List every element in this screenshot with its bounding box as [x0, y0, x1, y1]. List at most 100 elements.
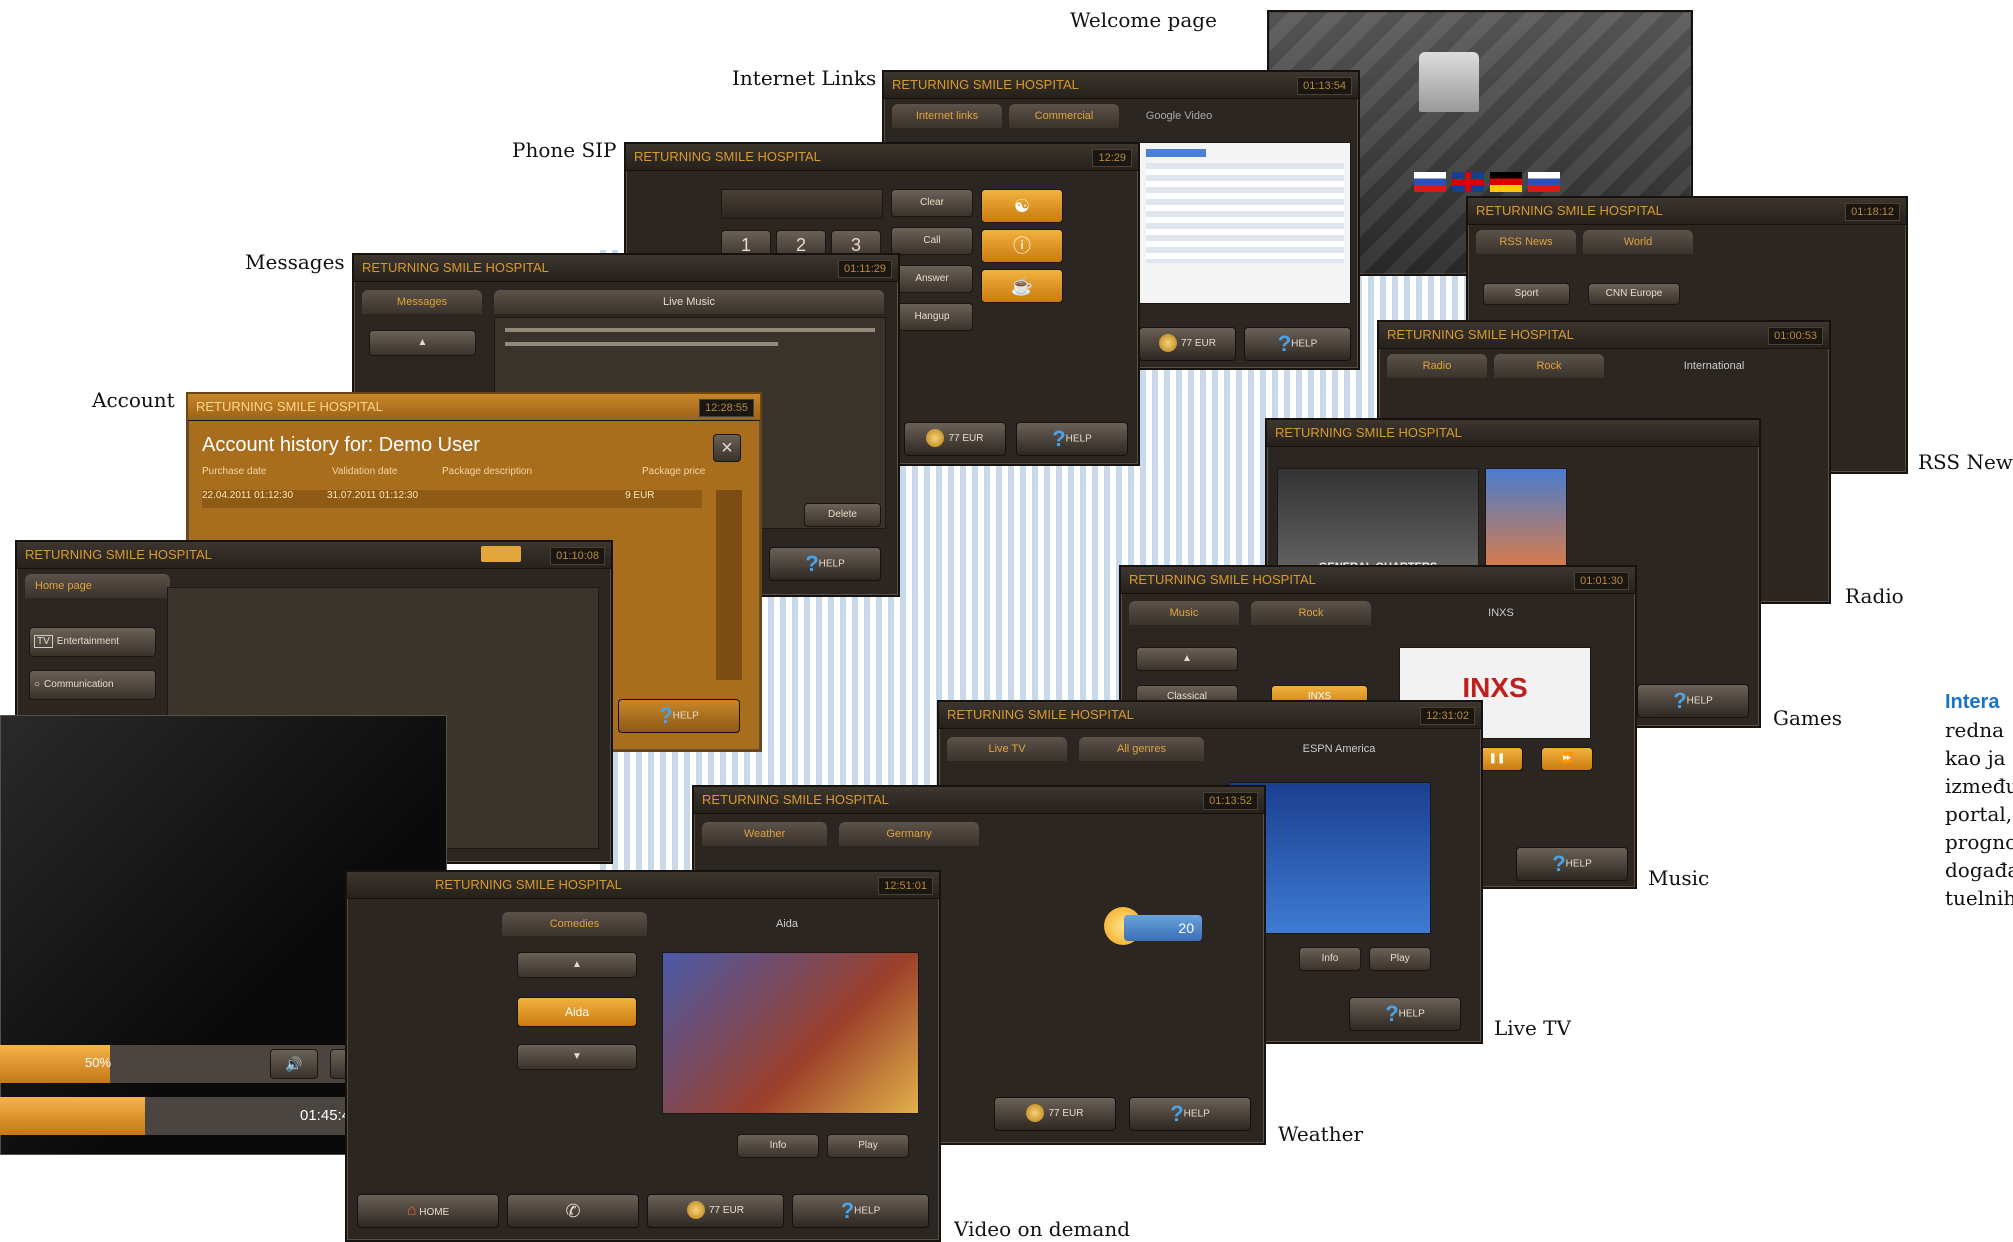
game-thumbnails[interactable] — [1485, 468, 1567, 580]
help-button[interactable]: ?HELP — [1016, 422, 1128, 456]
german-flag-icon[interactable] — [1490, 172, 1522, 192]
breadcrumb: Home page — [25, 574, 170, 598]
app-title: RETURNING SMILE HOSPITAL — [947, 707, 1134, 722]
account-heading: Account history for: Demo User — [202, 434, 480, 456]
tab-international[interactable]: International — [1614, 354, 1814, 378]
scroll-up-button[interactable]: ▲ — [1136, 647, 1238, 671]
delete-button[interactable]: Delete — [804, 503, 881, 527]
cnn-europe-button[interactable]: CNN Europe — [1588, 283, 1680, 305]
clock: 01:13:54 — [1297, 77, 1352, 95]
tab-rss-news[interactable]: RSS News — [1476, 230, 1576, 254]
tab-all-genres[interactable]: All genres — [1079, 737, 1204, 761]
progress-fill — [0, 1097, 146, 1135]
app-title: RETURNING SMILE HOSPITAL — [892, 77, 1079, 92]
entertainment-button[interactable]: TV Entertainment — [29, 627, 156, 657]
hangup-button[interactable]: Hangup — [891, 303, 973, 331]
caption-account: Account — [92, 388, 175, 412]
next-icon[interactable]: ⏩ — [1541, 747, 1593, 771]
chat-icon: ○ — [34, 679, 41, 690]
answer-button[interactable]: Answer — [891, 265, 973, 293]
caption-welcome: Welcome page — [1070, 8, 1217, 32]
house-icon: ⌂ — [406, 1202, 417, 1219]
help-button[interactable]: ?HELP — [769, 547, 881, 581]
col-validation-date: Validation date — [332, 466, 398, 477]
tab-aida[interactable]: Aida — [657, 912, 917, 936]
help-button[interactable]: ?HELP — [792, 1194, 929, 1228]
caption-music: Music — [1648, 866, 1710, 890]
home-button[interactable]: ⌂ HOME — [357, 1194, 499, 1228]
tab-comedies[interactable]: Comedies — [502, 912, 647, 936]
table-row[interactable]: 22.04.2011 01:12:30 31.07.2011 01:12:30 … — [202, 490, 702, 508]
tab-world[interactable]: World — [1583, 230, 1693, 254]
volume-percent: 50% — [85, 1055, 112, 1070]
app-title: RETURNING SMILE HOSPITAL — [1275, 425, 1462, 440]
eur-button[interactable]: 77 EUR — [904, 422, 1006, 456]
help-button[interactable]: ?HELP — [618, 699, 740, 733]
caption-video-on-demand: Video on demand — [954, 1217, 1131, 1241]
help-button[interactable]: ?HELP — [1516, 847, 1628, 881]
speaker-icon[interactable]: 🔊 — [270, 1049, 318, 1079]
nurse-icon[interactable]: ☯ — [981, 189, 1063, 223]
col-package-description: Package description — [442, 466, 533, 477]
sport-button[interactable]: Sport — [1483, 283, 1570, 305]
play-button[interactable]: Play — [1369, 947, 1431, 971]
info-icon[interactable]: ⓘ — [981, 229, 1063, 263]
tab-germany[interactable]: Germany — [839, 822, 979, 846]
russian-flag-icon[interactable] — [1528, 172, 1560, 192]
tab-google-video[interactable]: Google Video — [1124, 104, 1234, 128]
tab-live-music[interactable]: Live Music — [494, 290, 884, 314]
col-purchase-date: Purchase date — [202, 466, 267, 477]
clock: 01:01:30 — [1574, 572, 1629, 590]
tab-messages[interactable]: Messages — [362, 290, 482, 314]
phone-number-display — [721, 189, 883, 219]
call-button[interactable]: Call — [891, 227, 973, 255]
tab-inxs[interactable]: INXS — [1381, 601, 1621, 625]
tab-weather[interactable]: Weather — [702, 822, 827, 846]
clock: 01:13:52 — [1203, 792, 1258, 810]
app-title: RETURNING SMILE HOSPITAL — [362, 260, 549, 275]
tab-internet-links[interactable]: Internet links — [892, 104, 1002, 128]
phone-icon[interactable]: ✆ — [507, 1194, 639, 1228]
clock: 01:00:53 — [1768, 327, 1823, 345]
tab-espn-america[interactable]: ESPN America — [1214, 737, 1464, 761]
scroll-up-button[interactable]: ▲ — [369, 330, 476, 356]
play-button[interactable]: Play — [827, 1134, 909, 1158]
side-article-text: Intera redna kao ja između portal, progn… — [1945, 691, 2013, 910]
help-button[interactable]: ?HELP — [1349, 997, 1461, 1031]
tab-radio[interactable]: Radio — [1387, 354, 1487, 378]
tab-commercial[interactable]: Commercial — [1009, 104, 1119, 128]
tab-rock[interactable]: Rock — [1494, 354, 1604, 378]
language-flags — [1414, 172, 1560, 192]
game-banner[interactable]: GENERAL QUARTERS — [1277, 468, 1479, 580]
tab-rock[interactable]: Rock — [1251, 601, 1371, 625]
tab-music[interactable]: Music — [1129, 601, 1239, 625]
help-button[interactable]: ?HELP — [1244, 327, 1351, 361]
info-button[interactable]: Info — [737, 1134, 819, 1158]
clock: 01:18:12 — [1845, 203, 1900, 221]
help-button[interactable]: ?HELP — [1637, 684, 1749, 718]
scroll-up-button[interactable]: ▲ — [517, 952, 637, 978]
clock: 12:31:02 — [1420, 707, 1475, 725]
app-title: RETURNING SMILE HOSPITAL — [435, 877, 622, 892]
eur-button[interactable]: 77 EUR — [647, 1194, 784, 1228]
eur-button[interactable]: 77 EUR — [994, 1097, 1116, 1131]
restaurant-icon[interactable]: ☕ — [981, 269, 1063, 303]
mail-icon[interactable] — [481, 546, 521, 562]
browser-preview — [1139, 142, 1351, 304]
tab-live-tv[interactable]: Live TV — [947, 737, 1067, 761]
slovenian-flag-icon[interactable] — [1414, 172, 1446, 192]
clear-button[interactable]: Clear — [891, 189, 973, 217]
uk-flag-icon[interactable] — [1452, 172, 1484, 192]
info-button[interactable]: Info — [1299, 947, 1361, 971]
movie-item-aida[interactable]: Aida — [517, 997, 637, 1027]
video-on-demand-screen: RETURNING SMILE HOSPITAL 12:51:01 Comedie… — [345, 870, 941, 1242]
close-icon[interactable]: × — [713, 434, 741, 462]
help-button[interactable]: ?HELP — [1129, 1097, 1251, 1131]
temperature: 20 — [1124, 915, 1202, 941]
eur-button[interactable]: 77 EUR — [1139, 327, 1236, 361]
scrollbar[interactable] — [716, 490, 742, 680]
caption-phone-sip: Phone SIP — [512, 138, 617, 162]
communication-button[interactable]: ○ Communication — [29, 670, 156, 700]
scroll-down-button[interactable]: ▼ — [517, 1044, 637, 1070]
tv-icon: TV — [34, 635, 53, 648]
